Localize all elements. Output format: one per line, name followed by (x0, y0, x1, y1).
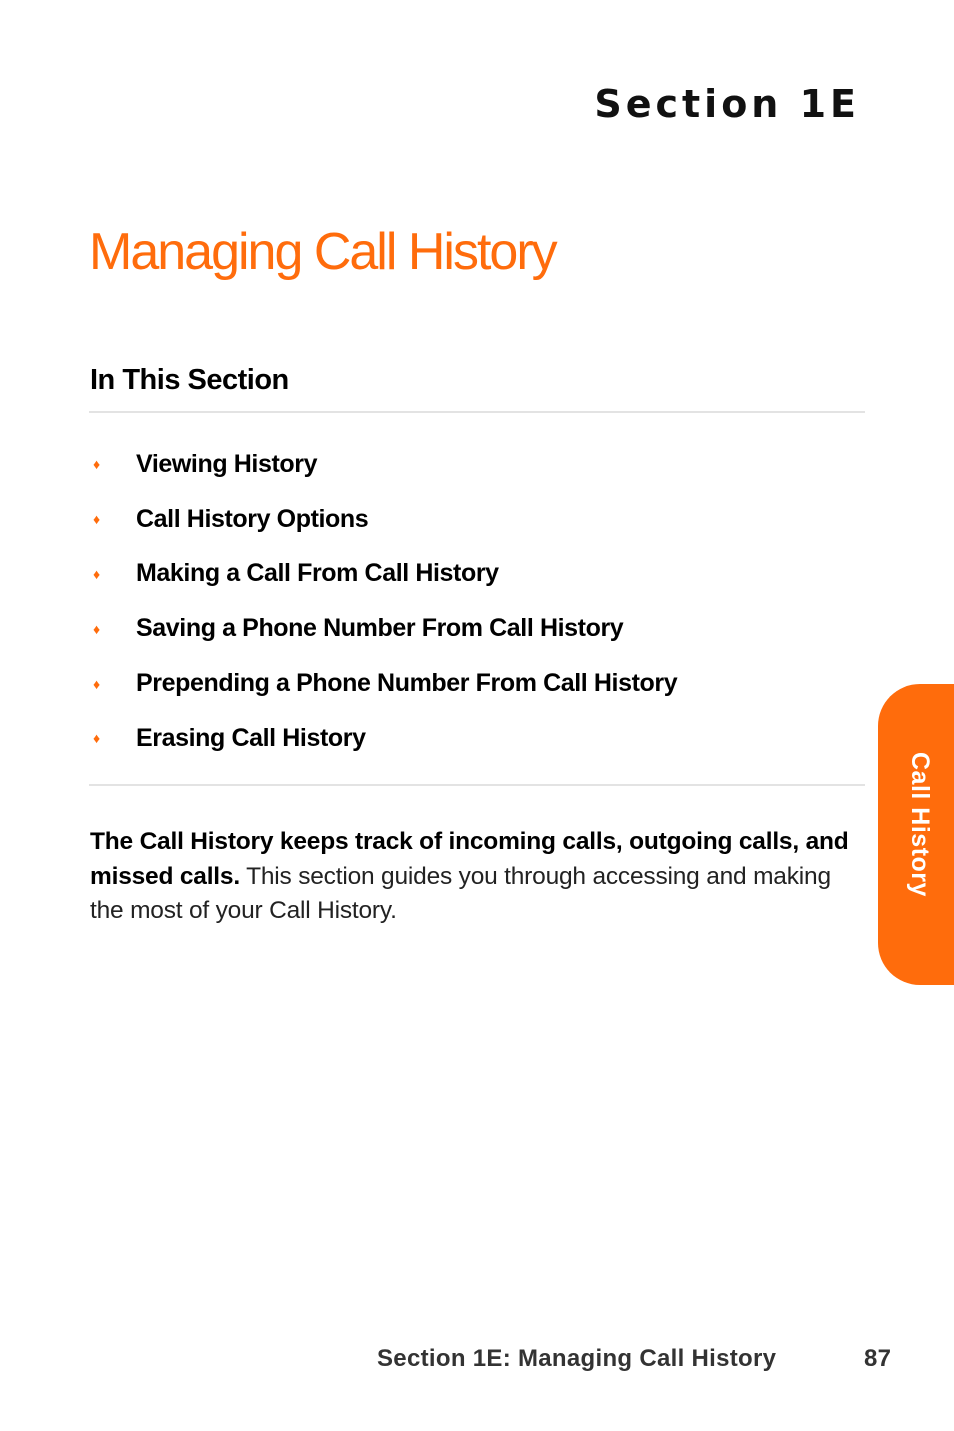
list-item-label: Prepending a Phone Number From Call Hist… (136, 669, 678, 698)
in-this-section-heading: In This Section (90, 364, 289, 396)
list-item-label: Saving a Phone Number From Call History (136, 614, 624, 643)
divider-top (89, 411, 865, 413)
side-tab-label: Call History (906, 752, 934, 897)
diamond-bullet-icon: ♦ (93, 730, 101, 747)
diamond-bullet-icon: ♦ (93, 456, 101, 473)
page-title: Managing Call History (89, 223, 558, 281)
list-item[interactable]: ♦ Making a Call From Call History (90, 547, 677, 602)
intro-paragraph: The Call History keeps track of incoming… (90, 825, 850, 929)
list-item[interactable]: ♦ Erasing Call History (90, 711, 677, 766)
section-contents-list: ♦ Viewing History ♦ Call History Options ♦… (90, 437, 678, 766)
diamond-bullet-icon: ♦ (93, 620, 101, 637)
list-item[interactable]: ♦ Prepending a Phone Number From Call His… (90, 656, 678, 711)
section-label: Section 1E (594, 82, 860, 126)
diamond-bullet-icon: ♦ (93, 565, 101, 582)
diamond-bullet-icon: ♦ (93, 511, 101, 528)
footer-title: Section 1E: Managing Call History (377, 1345, 777, 1372)
list-item-label: Viewing History (136, 449, 318, 478)
list-item-label: Making a Call From Call History (136, 559, 499, 588)
list-item[interactable]: ♦ Saving a Phone Number From Call History (90, 601, 677, 656)
divider-bottom (89, 784, 865, 786)
list-item-label: Erasing Call History (136, 723, 366, 752)
list-item[interactable]: ♦ Call History Options (90, 492, 677, 547)
list-item[interactable]: ♦ Viewing History (90, 437, 677, 492)
list-item-label: Call History Options (136, 504, 369, 533)
diamond-bullet-icon: ♦ (93, 675, 101, 692)
page-number: 87 (864, 1345, 892, 1372)
